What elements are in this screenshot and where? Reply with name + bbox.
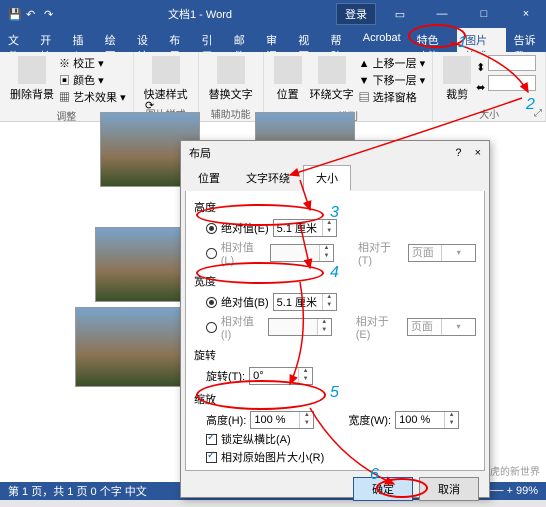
- tab-picture-format[interactable]: 图片格式: [457, 28, 506, 52]
- image-4[interactable]: [75, 307, 190, 387]
- remove-bg-button[interactable]: 删除背景: [6, 54, 58, 106]
- tab-view[interactable]: 视图: [290, 28, 322, 52]
- ribbon-opts-icon[interactable]: ▭: [380, 0, 420, 28]
- dialog-close-button[interactable]: ×: [475, 147, 481, 159]
- group-styles: 快速样式 图片样式: [134, 52, 199, 121]
- height-absolute-radio[interactable]: [206, 223, 217, 234]
- color-button[interactable]: ▣ 颜色 ▾: [59, 72, 126, 88]
- rotate-section-label: 旋转: [194, 347, 476, 363]
- alt-text-button[interactable]: 替换文字: [205, 54, 257, 104]
- corrections-button[interactable]: ※ 校正 ▾: [59, 55, 126, 71]
- cancel-button[interactable]: 取消: [419, 477, 479, 501]
- save-icon[interactable]: 💾: [8, 8, 20, 20]
- quick-access-toolbar: 💾 ↶ ↷: [0, 8, 64, 20]
- position-button[interactable]: 位置: [270, 54, 306, 106]
- scale-height-input[interactable]: ▲▼: [250, 411, 314, 429]
- tab-review[interactable]: 审阅: [258, 28, 290, 52]
- rotate-input[interactable]: ▲▼: [249, 367, 313, 385]
- group-size: 裁剪 ⬍ ⬌ 大小: [433, 52, 546, 121]
- rotate-handle-icon[interactable]: ⟳: [145, 99, 155, 109]
- width-absolute-radio[interactable]: [206, 297, 217, 308]
- tab-mail[interactable]: 邮件: [226, 28, 258, 52]
- login-button[interactable]: 登录: [336, 3, 376, 25]
- group-arrange: 位置 环绕文字 ▲ 上移一层 ▾ ▼ 下移一层 ▾ ▤ 选择窗格 排列: [264, 52, 434, 121]
- redo-icon[interactable]: ↷: [44, 8, 56, 20]
- scale-width-input[interactable]: ▲▼: [395, 411, 459, 429]
- tab-design[interactable]: 设计: [129, 28, 161, 52]
- tab-insert[interactable]: 插入: [65, 28, 97, 52]
- zoom-level[interactable]: 99%: [516, 485, 538, 497]
- layout-dialog: 布局 ? × 位置 文字环绕 大小 高度 绝对值(E) ▲▼ 相对值(L) ▲▼…: [180, 140, 490, 498]
- minimize-button[interactable]: —: [422, 0, 462, 28]
- tab-file[interactable]: 文件: [0, 28, 32, 52]
- height-relative-to-select[interactable]: 页面▾: [408, 244, 476, 262]
- width-relative-radio[interactable]: [206, 322, 217, 333]
- lock-aspect-checkbox[interactable]: [206, 434, 217, 445]
- height-field[interactable]: ⬍: [476, 55, 536, 74]
- width-absolute-input[interactable]: ▲▼: [273, 293, 337, 311]
- height-section-label: 高度: [194, 199, 476, 215]
- tab-references[interactable]: 引用: [194, 28, 226, 52]
- width-field[interactable]: ⬌: [476, 75, 536, 94]
- dialog-help-button[interactable]: ?: [455, 147, 461, 159]
- ribbon-tabs: 文件 开始 插入 绘图 设计 布局 引用 邮件 审阅 视图 帮助 Acrobat…: [0, 28, 546, 52]
- dialog-tabs: 位置 文字环绕 大小: [181, 165, 489, 191]
- maximize-button[interactable]: □: [464, 0, 504, 28]
- artistic-fx-button[interactable]: ▦ 艺术效果 ▾: [59, 89, 126, 105]
- width-relative-to-select[interactable]: 页面▾: [407, 318, 476, 336]
- dialog-body: 高度 绝对值(E) ▲▼ 相对值(L) ▲▼ 相对于(T) 页面▾ 宽度 绝对值…: [185, 191, 485, 471]
- dialog-titlebar: 布局 ? ×: [181, 141, 489, 165]
- tab-layout[interactable]: 布局: [161, 28, 193, 52]
- height-relative-input[interactable]: ▲▼: [270, 244, 334, 262]
- tab-acrobat[interactable]: Acrobat: [355, 28, 409, 52]
- undo-icon[interactable]: ↶: [26, 8, 38, 20]
- width-relative-input[interactable]: ▲▼: [268, 318, 332, 336]
- send-backward-button[interactable]: ▼ 下移一层 ▾: [359, 72, 426, 88]
- tab-help[interactable]: 帮助: [323, 28, 355, 52]
- crop-button[interactable]: 裁剪: [439, 54, 475, 104]
- titlebar: 💾 ↶ ↷ 文档1 - Word 登录 ▭ — □ ×: [0, 0, 546, 28]
- wrap-text-button[interactable]: 环绕文字: [306, 54, 358, 106]
- width-section-label: 宽度: [194, 273, 476, 289]
- document-title: 文档1 - Word: [64, 6, 336, 22]
- tell-me[interactable]: 告诉我: [506, 28, 546, 52]
- dialog-tab-wrap[interactable]: 文字环绕: [233, 165, 303, 191]
- bring-forward-button[interactable]: ▲ 上移一层 ▾: [359, 55, 426, 71]
- selection-pane-button[interactable]: ▤ 选择窗格: [359, 89, 426, 105]
- height-relative-radio[interactable]: [206, 248, 217, 259]
- dialog-tab-position[interactable]: 位置: [185, 165, 233, 191]
- height-absolute-input[interactable]: ▲▼: [273, 219, 337, 237]
- group-adjust: 删除背景 ※ 校正 ▾ ▣ 颜色 ▾ ▦ 艺术效果 ▾ 调整: [0, 52, 134, 121]
- group-a11y: 替换文字 辅助功能: [199, 52, 264, 121]
- relative-original-checkbox[interactable]: [206, 452, 217, 463]
- dialog-tab-size[interactable]: 大小: [303, 165, 351, 191]
- tab-home[interactable]: 开始: [32, 28, 64, 52]
- close-button[interactable]: ×: [506, 0, 546, 28]
- tab-draw[interactable]: 绘图: [97, 28, 129, 52]
- tab-special[interactable]: 特色功能: [409, 28, 458, 52]
- status-left: 第 1 页，共 1 页 0 个字 中文: [8, 483, 147, 499]
- size-dialog-launcher[interactable]: ⤢: [534, 108, 542, 119]
- ok-button[interactable]: 确定: [353, 477, 413, 501]
- scale-section-label: 缩放: [194, 391, 476, 407]
- quick-styles-button[interactable]: 快速样式: [140, 54, 192, 104]
- dialog-title: 布局: [189, 145, 211, 161]
